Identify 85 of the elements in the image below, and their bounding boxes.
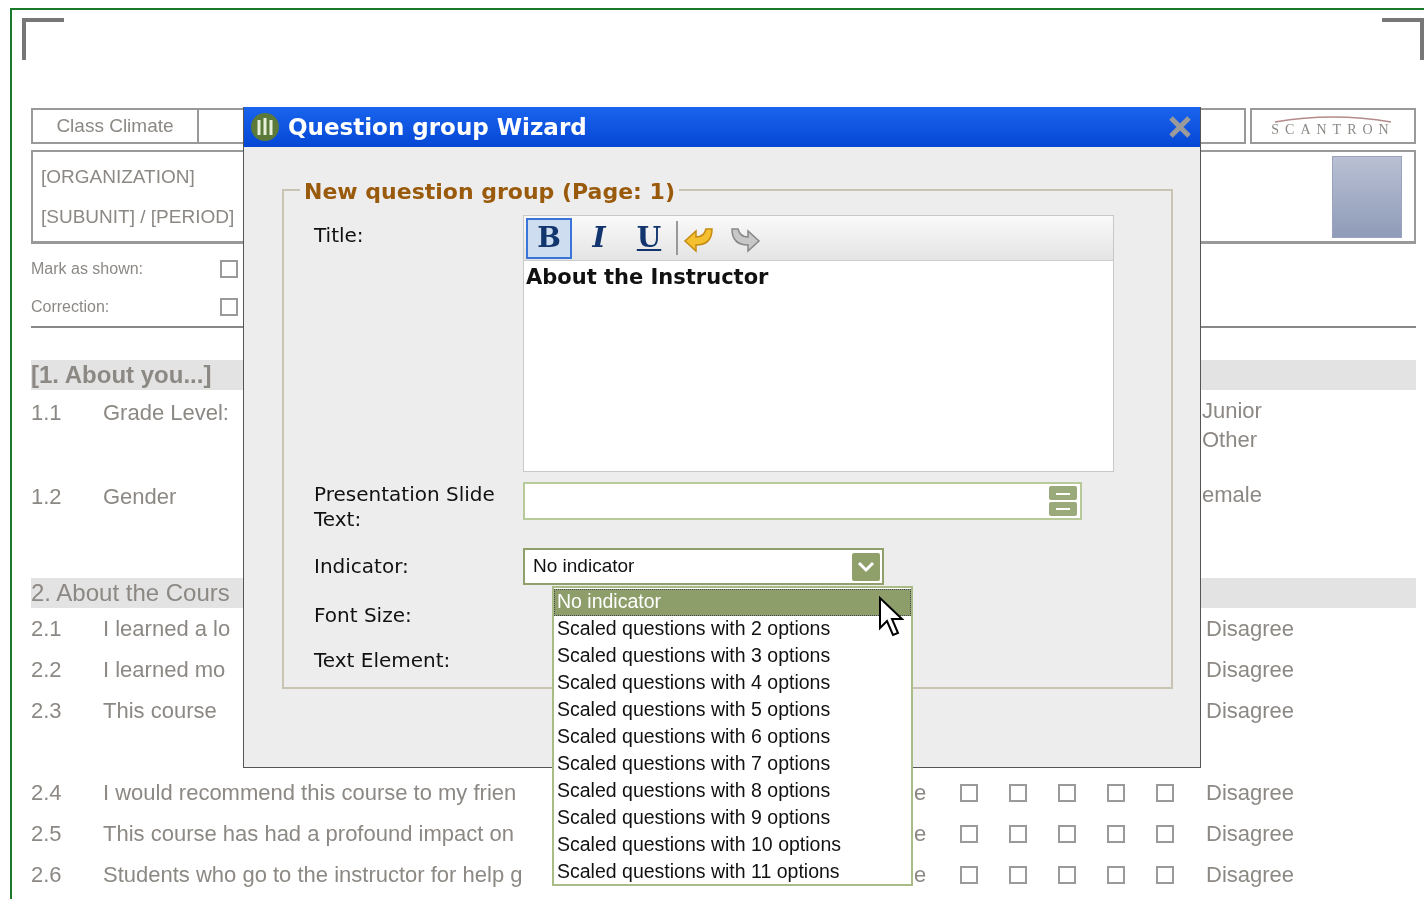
question-number: 2.4 (31, 779, 63, 807)
swoosh-icon (1273, 115, 1393, 123)
checkbox[interactable] (1156, 865, 1174, 884)
dropdown-option[interactable]: Scaled questions with 6 options (554, 724, 911, 751)
field-label: Text Element: (313, 648, 452, 673)
spinner-icon (1048, 485, 1078, 517)
checkbox[interactable] (220, 298, 238, 316)
option-label: emale (1202, 481, 1263, 509)
field-label: Title: (313, 222, 365, 248)
select-value: No indicator (533, 554, 635, 579)
dialog-title: Question group Wizard (288, 112, 587, 142)
scale-label: Disagree (1206, 820, 1296, 848)
scale-label: e (914, 820, 928, 848)
indicator-select[interactable]: No indicator (523, 548, 884, 585)
option-label: Other (1202, 426, 1259, 453)
checkbox[interactable] (1107, 783, 1125, 802)
scale-label: Disagree (1206, 861, 1296, 889)
dropdown-option[interactable]: Scaled questions with 9 options (554, 805, 911, 832)
field-label: Presentation Slide Text: (313, 482, 496, 532)
question-number: 2.5 (31, 820, 63, 848)
section-title: [1. About you...] (31, 360, 212, 390)
question-text: This course (103, 697, 217, 725)
underline-button[interactable]: U (626, 217, 672, 259)
checkbox[interactable] (1107, 824, 1125, 843)
dropdown-option[interactable]: Scaled questions with 2 options (554, 616, 911, 643)
question-text: I learned mo (103, 656, 226, 684)
question-text: This course has had a profound impact on (103, 820, 514, 848)
scale-label: Disagree (1206, 615, 1296, 643)
crop-mark (22, 18, 64, 60)
question-text: Students who go to the instructor for help g (103, 861, 523, 889)
crop-mark (1382, 18, 1424, 60)
question-number: 2.6 (31, 861, 63, 889)
section-title: 2. About the Cours (31, 578, 230, 608)
dropdown-option[interactable]: Scaled questions with 10 options (554, 832, 911, 859)
dropdown-option[interactable]: Scaled questions with 7 options (554, 751, 911, 778)
subunit-period-text: [SUBUNIT] / [PERIOD] (41, 207, 235, 227)
checkbox[interactable] (1058, 783, 1076, 802)
question-text: Grade Level: (103, 399, 229, 427)
checkbox[interactable] (1107, 865, 1125, 884)
question-number: 1.2 (31, 483, 63, 511)
app-icon (250, 112, 280, 142)
question-number: 2.3 (31, 697, 63, 725)
cursor-icon (878, 596, 904, 638)
editor-text: About the Instructor (525, 264, 770, 291)
checkbox[interactable] (1156, 824, 1174, 843)
checkbox[interactable] (1009, 824, 1027, 843)
logo-wordmark: SCANTRON (1271, 123, 1395, 137)
dropdown-button[interactable] (852, 552, 880, 581)
slide-text-field[interactable] (523, 482, 1082, 520)
checkbox[interactable] (1058, 824, 1076, 843)
question-text: Gender (103, 483, 177, 511)
scale-label: Disagree (1206, 779, 1296, 807)
bold-button[interactable]: B (526, 217, 572, 259)
chevron-down-icon (857, 560, 875, 573)
italic-button[interactable]: I (576, 217, 622, 259)
checkbox[interactable] (220, 260, 238, 278)
checkbox[interactable] (1009, 865, 1027, 884)
dropdown-option[interactable]: Scaled questions with 3 options (554, 643, 911, 670)
checkbox[interactable] (960, 824, 978, 843)
scale-label: Disagree (1206, 697, 1296, 725)
scale-label: e (914, 861, 928, 889)
scale-label: Disagree (1206, 656, 1296, 684)
option-label: Junior (1202, 397, 1263, 425)
question-text: I learned a lo (103, 615, 231, 643)
header-title: Class Climate (31, 108, 199, 144)
flag-label: Correction: (31, 297, 111, 317)
checkbox[interactable] (1156, 783, 1174, 802)
dropdown-option[interactable]: Scaled questions with 11 options (554, 859, 911, 886)
question-number: 2.2 (31, 656, 63, 684)
field-label: Indicator: (313, 554, 410, 579)
question-number: 2.1 (31, 615, 63, 643)
checkbox[interactable] (960, 865, 978, 884)
scale-label: e (914, 779, 928, 807)
organization-text: [ORGANIZATION] (41, 166, 196, 186)
dropdown-option[interactable]: Scaled questions with 8 options (554, 778, 911, 805)
question-number: 1.1 (31, 399, 63, 427)
question-text: I would recommend this course to my frien (103, 779, 517, 807)
checkbox[interactable] (1009, 783, 1027, 802)
checkbox[interactable] (1058, 865, 1076, 884)
dropdown-option[interactable]: Scaled questions with 4 options (554, 670, 911, 697)
dropdown-option[interactable]: Scaled questions with 5 options (554, 697, 911, 724)
rich-text-editor[interactable]: B I U About the Instructor (523, 215, 1114, 472)
checkbox[interactable] (960, 783, 978, 802)
flag-label: Mark as shown: (31, 259, 145, 279)
field-label: Font Size: (313, 603, 413, 628)
